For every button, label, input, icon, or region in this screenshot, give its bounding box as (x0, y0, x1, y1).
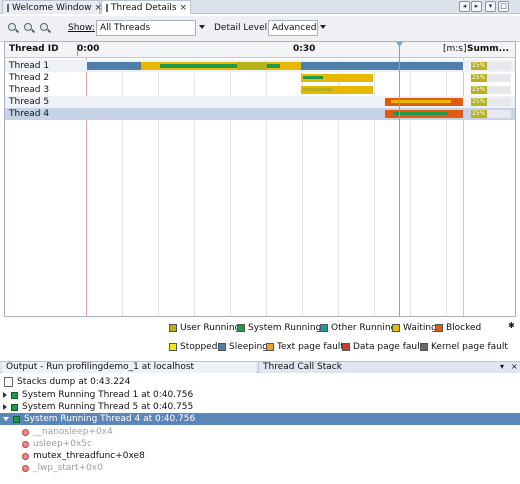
summary-pct: 25% (471, 62, 487, 70)
stack-dump-label: Stacks dump at 0:43.224 (17, 377, 131, 387)
stack-frame[interactable]: mutex_threadfunc+0xe8 (22, 450, 145, 462)
frame-label: mutex_threadfunc+0xe8 (33, 451, 145, 461)
zoom-out-icon[interactable] (24, 23, 36, 34)
legend-waiting: Waiting (392, 323, 437, 333)
stack-frame[interactable]: __nanosleep+0x4 (22, 426, 113, 438)
state-bar (391, 100, 451, 103)
tab-welcome-window[interactable]: Welcome Window × (2, 0, 102, 14)
stack-entry-label: System Running Thread 4 at 0:40.756 (24, 414, 196, 424)
stack-dump-row[interactable]: Stacks dump at 0:43.224 (4, 376, 130, 388)
function-icon (22, 440, 29, 448)
tab-thread-details[interactable]: Thread Details × (101, 0, 191, 14)
output-tab-bar: Output - Run profilingdemo_1 at localhos… (0, 361, 520, 373)
summary-pct: 25% (471, 74, 487, 82)
summary-pct: 25% (471, 86, 487, 94)
thread-timeline: Thread ID 0:00 0:30 [m:s] Summ... Thread… (4, 41, 516, 317)
legend-user-running: User Running (169, 323, 240, 333)
list-item[interactable]: System Running Thread 5 at 0:40.755 (3, 401, 193, 413)
thread-label[interactable]: Thread 5 (9, 96, 49, 108)
function-icon (22, 464, 29, 472)
legend-sleeping: Sleeping (218, 342, 268, 352)
summary-header[interactable]: Summ... (467, 44, 509, 54)
show-label: Show: (68, 23, 95, 33)
list-item[interactable]: System Running Thread 1 at 0:40.756 (3, 389, 193, 401)
legend-other-running: Other Running (320, 323, 396, 333)
chevron-down-icon[interactable] (199, 25, 205, 29)
state-legend: User Running System Running Other Runnin… (0, 319, 520, 355)
state-bar (303, 76, 323, 79)
legend-system-running: System Running (237, 323, 321, 333)
document-icon (4, 377, 13, 387)
legend-text-page-fault: Text page fault (266, 342, 344, 352)
stack-entry-label: System Running Thread 5 at 0:40.755 (22, 402, 194, 412)
thread-label[interactable]: Thread 4 (9, 108, 49, 120)
legend-kernel-page-fault: Kernel page fault (420, 342, 508, 352)
tab-thread-call-stack[interactable]: Thread Call Stack (258, 362, 520, 373)
thread-label[interactable]: Thread 3 (9, 84, 49, 96)
detail-level-label: Detail Level: (214, 23, 271, 33)
scroll-tabs-left-icon[interactable]: ◂ (459, 1, 470, 12)
close-icon[interactable]: ✱ (508, 321, 515, 330)
thread-label[interactable]: Thread 2 (9, 72, 49, 84)
expand-icon[interactable] (3, 392, 7, 398)
close-icon[interactable]: × (180, 3, 188, 13)
legend-stopped: Stopped (169, 342, 217, 352)
scroll-tabs-right-icon[interactable]: ▸ (471, 1, 482, 12)
window-icon (7, 3, 9, 12)
editor-tab-bar: Welcome Window × Thread Details × ◂ ▸ ▾ … (0, 0, 520, 14)
time-tick-30: 0:30 (293, 44, 316, 54)
time-unit: [m:s] (443, 44, 467, 54)
tab-output[interactable]: Output - Run profilingdemo_1 at localhos… (2, 362, 256, 373)
maximize-icon[interactable]: □ (498, 1, 509, 12)
state-bar (237, 62, 267, 70)
expand-icon[interactable] (3, 404, 7, 410)
tab-list-icon[interactable]: ▾ (485, 1, 496, 12)
timeline-header: Thread ID 0:00 0:30 [m:s] Summ... (5, 42, 515, 58)
list-item-selected[interactable]: System Running Thread 4 at 0:40.756 (0, 413, 520, 425)
state-bar (303, 88, 333, 91)
function-icon (22, 428, 29, 436)
summary-pct: 25% (471, 98, 487, 106)
tab-label: Welcome Window (12, 2, 92, 13)
zoom-fit-icon[interactable] (40, 23, 52, 34)
thread-label[interactable]: Thread 1 (9, 60, 49, 72)
system-running-icon (11, 391, 18, 399)
tab-label: Thread Details (111, 2, 177, 13)
detail-level-select[interactable]: Advanced (268, 20, 318, 36)
function-icon (22, 452, 29, 460)
collapse-icon[interactable] (3, 417, 9, 421)
legend-data-page-fault: Data page fault (342, 342, 423, 352)
chevron-down-icon[interactable] (320, 25, 326, 29)
grid-icon (106, 3, 108, 12)
frame-label: _lwp_start+0x0 (33, 463, 103, 473)
toolbar: Show: All Threads Detail Level: Advanced (0, 16, 520, 42)
zoom-in-icon[interactable] (8, 23, 20, 34)
show-select[interactable]: All Threads (96, 20, 196, 36)
minimize-icon[interactable]: ▾ (500, 362, 504, 371)
state-bar (393, 112, 448, 115)
tab-label: Thread Call Stack (263, 362, 342, 372)
system-running-icon (13, 415, 20, 423)
close-icon[interactable]: × (511, 362, 518, 371)
summary-pct: 25% (471, 110, 487, 118)
time-cursor[interactable] (399, 42, 400, 316)
thread-call-stack: Stacks dump at 0:43.224 System Running T… (0, 374, 520, 484)
thread-id-header[interactable]: Thread ID (9, 44, 59, 54)
frame-label: __nanosleep+0x4 (33, 427, 113, 437)
system-running-icon (11, 403, 18, 411)
stack-frame[interactable]: usleep+0x5c (22, 438, 92, 450)
time-tick-0: 0:00 (77, 44, 100, 54)
legend-blocked: Blocked (435, 323, 481, 333)
stack-entry-label: System Running Thread 1 at 0:40.756 (22, 390, 194, 400)
frame-label: usleep+0x5c (33, 439, 92, 449)
stack-frame[interactable]: _lwp_start+0x0 (22, 462, 103, 474)
